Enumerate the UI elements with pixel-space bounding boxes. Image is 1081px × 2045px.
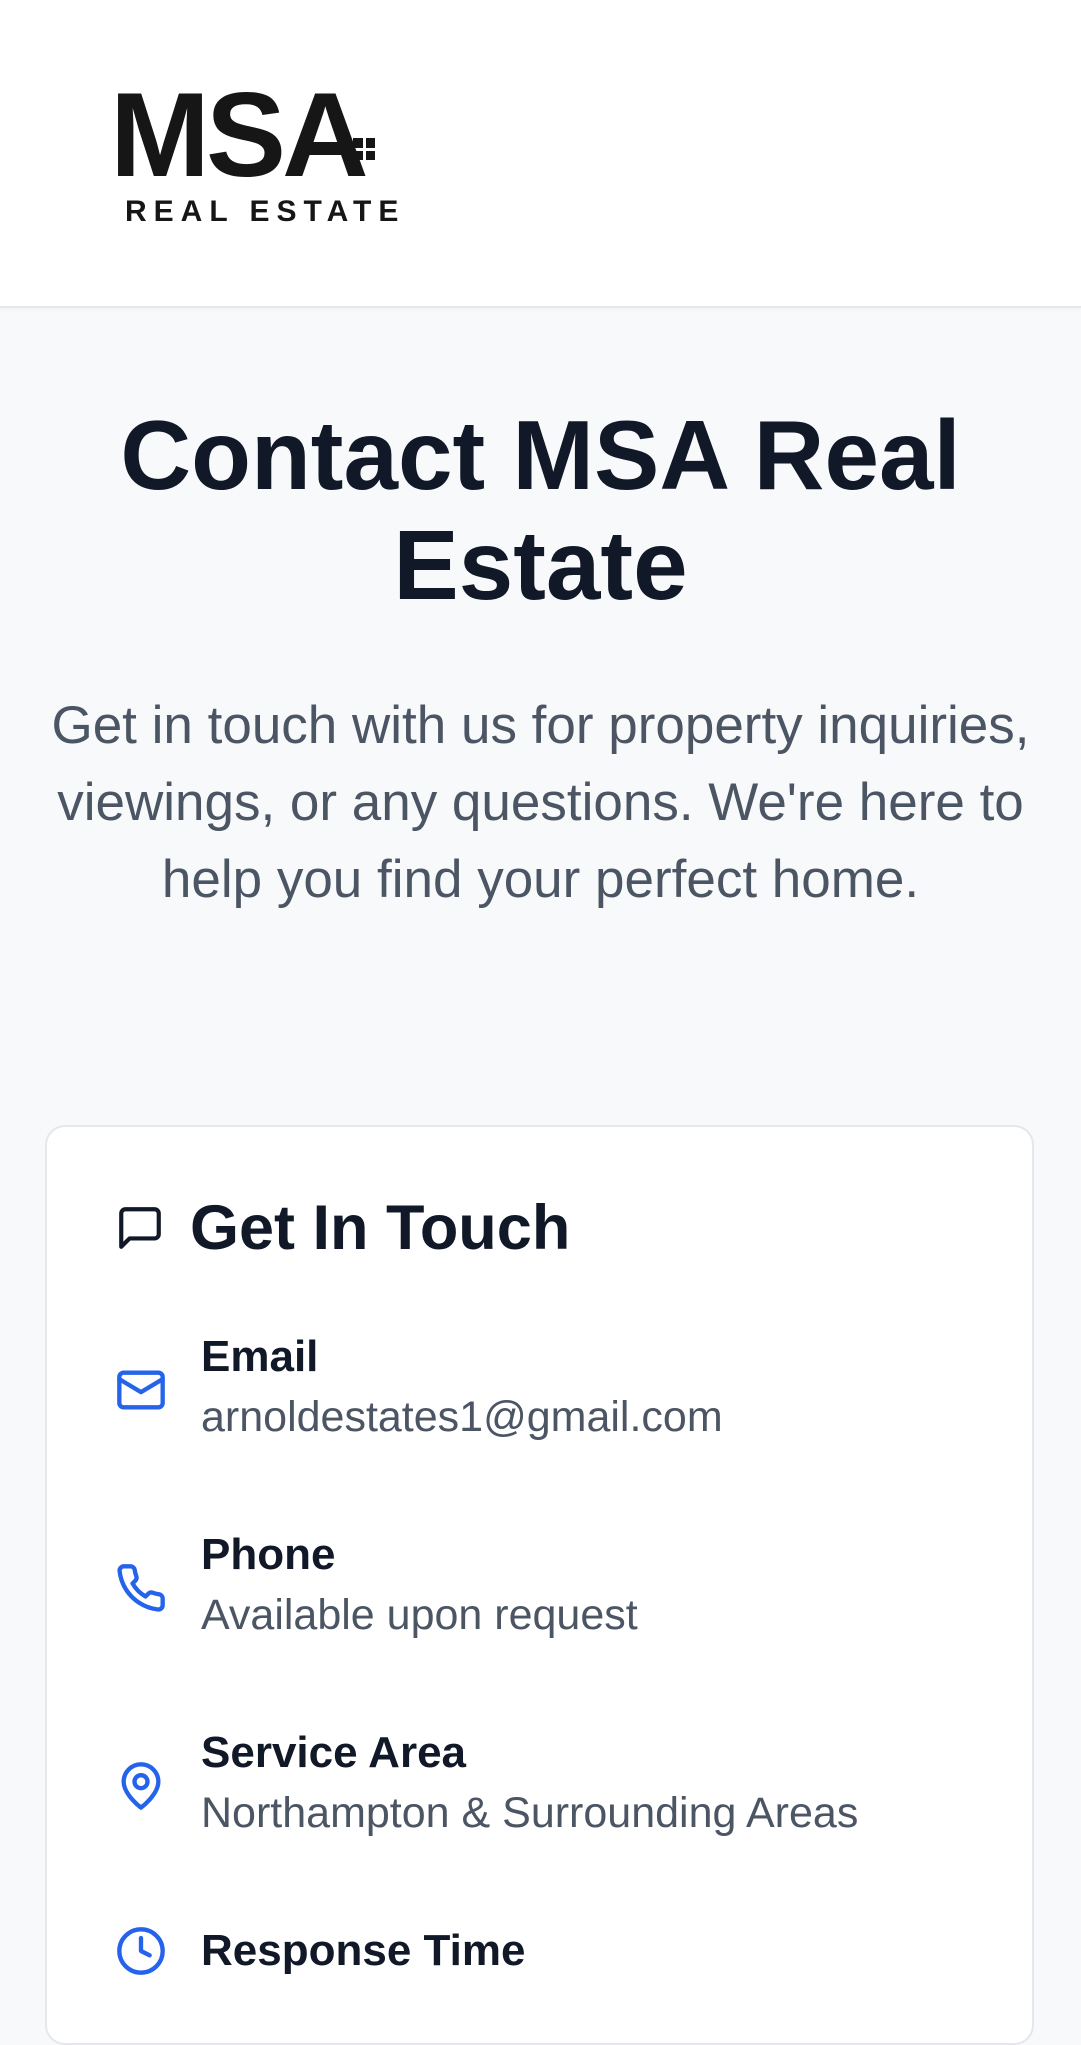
contact-card: Get In Touch Email arnoldestates1@gmail.…	[45, 1125, 1034, 2045]
contact-label: Service Area	[201, 1728, 467, 1777]
logo-subtitle: REAL ESTATE	[125, 195, 406, 228]
contact-value[interactable]: arnoldestates1@gmail.com	[201, 1384, 723, 1450]
contact-item-response-time: Response Time	[115, 1924, 525, 1978]
contact-item-phone[interactable]: Phone Available upon request	[115, 1528, 638, 1648]
mail-icon	[117, 1370, 165, 1410]
contact-label: Email	[201, 1332, 319, 1381]
page-subtitle: Get in touch with us for property inquir…	[51, 696, 1030, 909]
logo-window-icon	[353, 138, 375, 160]
page-title: Contact MSA Real Estate	[120, 400, 961, 620]
msa-real-estate-logo[interactable]: MSA REAL ESTATE	[110, 68, 420, 230]
card-title: Get In Touch	[190, 1193, 571, 1263]
contact-item-email[interactable]: Email arnoldestates1@gmail.com	[115, 1330, 723, 1450]
contact-label: Response Time	[201, 1926, 526, 1975]
contact-item-text: Email arnoldestates1@gmail.com	[201, 1330, 723, 1450]
map-pin-icon	[121, 1762, 161, 1810]
contact-item-text: Response Time	[201, 1924, 525, 1978]
contact-item-text: Service Area Northampton & Surrounding A…	[201, 1726, 858, 1846]
contact-value: Northampton & Surrounding Areas	[201, 1789, 859, 1837]
message-square-icon	[119, 1207, 161, 1249]
site-header: MSA REAL ESTATE	[0, 0, 1081, 308]
phone-icon	[117, 1564, 165, 1612]
contact-value: Available upon request	[201, 1591, 638, 1639]
contact-item-service-area: Service Area Northampton & Surrounding A…	[115, 1726, 858, 1846]
logo-mark: MSA	[110, 68, 369, 202]
contact-item-text: Phone Available upon request	[201, 1528, 638, 1648]
card-header: Get In Touch	[115, 1192, 570, 1264]
contact-label: Phone	[201, 1530, 336, 1579]
clock-icon	[117, 1927, 165, 1975]
